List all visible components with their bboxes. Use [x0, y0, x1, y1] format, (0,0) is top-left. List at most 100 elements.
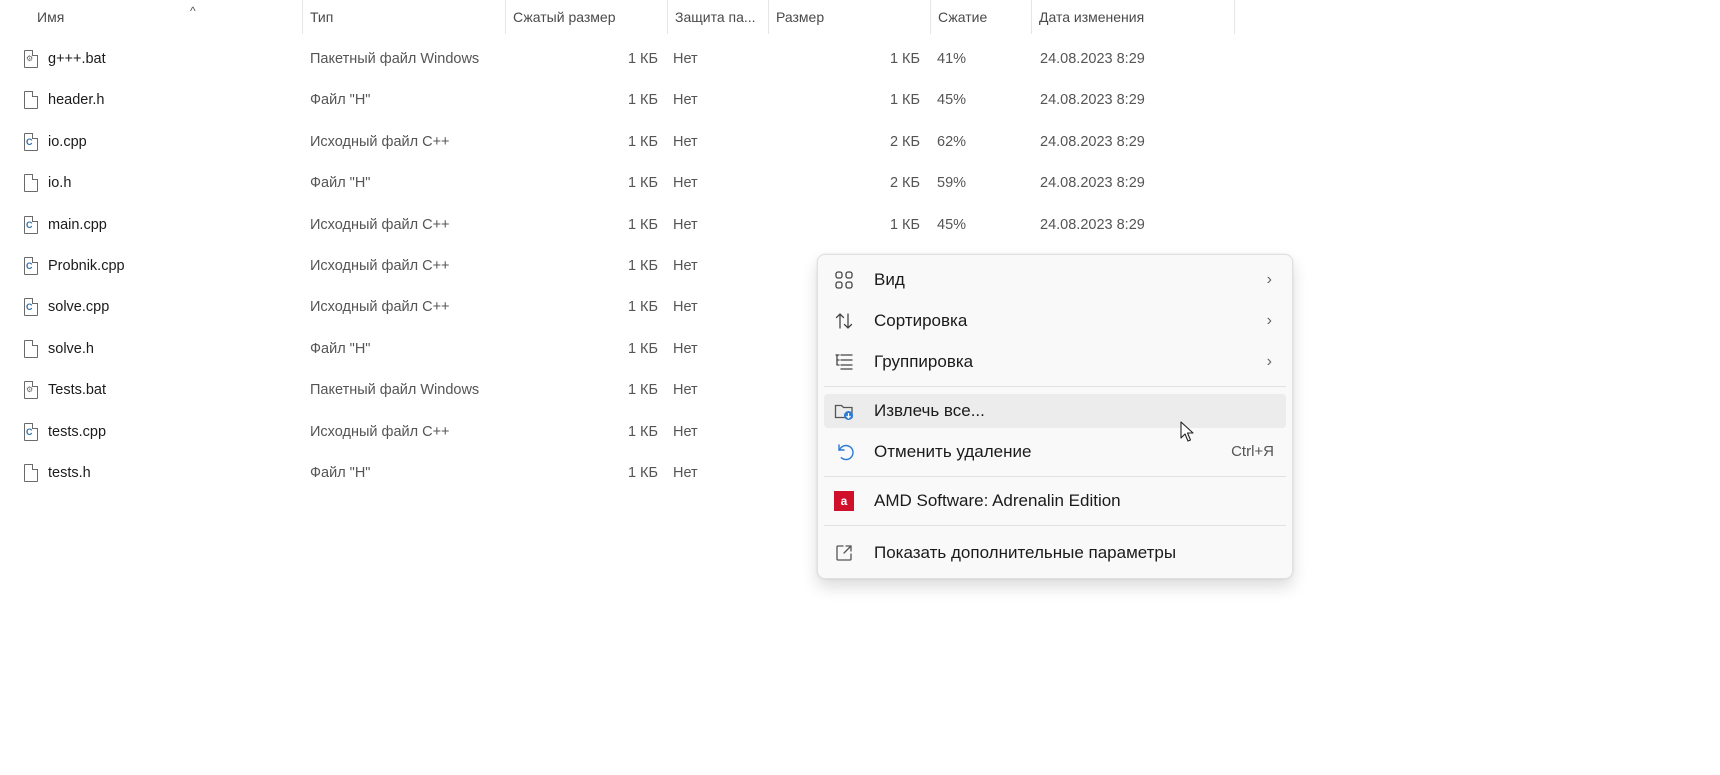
menu-separator: [824, 386, 1286, 387]
menu-item-extract-all[interactable]: Извлечь все...: [824, 394, 1286, 428]
file-packed-size: 1 КБ: [627, 133, 658, 150]
file-packed-size: 1 КБ: [627, 423, 658, 440]
file-name: solve.h: [48, 340, 94, 357]
cpp-file-icon: C: [24, 298, 38, 317]
file-packed-size: 1 КБ: [627, 382, 658, 399]
column-header-size[interactable]: Размер: [769, 0, 931, 34]
group-list-icon: [834, 352, 854, 372]
file-ratio: 59%: [937, 175, 967, 192]
sort-ascending-icon: ^: [190, 4, 196, 18]
generic-file-icon: [24, 463, 38, 482]
file-protection: Нет: [673, 92, 698, 109]
menu-item-undo-delete[interactable]: Отменить удаление Ctrl+Я: [824, 435, 1286, 469]
menu-group-label: Группировка: [874, 352, 974, 371]
column-date-label: Дата изменения: [1039, 9, 1145, 25]
file-name: Tests.bat: [48, 382, 107, 399]
file-protection: Нет: [673, 216, 698, 233]
file-name: Probnik.cpp: [48, 257, 125, 274]
file-packed-size: 1 КБ: [627, 216, 658, 233]
table-row[interactable]: Cio.cpp Исходный файл C++ 1 КБ Нет 2 КБ 62% 24…: [0, 122, 1720, 163]
column-type-label: Тип: [310, 9, 334, 25]
file-type: Файл "H": [310, 175, 371, 192]
file-size: 1 КБ: [889, 51, 920, 67]
column-header-name[interactable]: Имя ^: [30, 0, 303, 34]
file-ratio: 45%: [937, 92, 967, 109]
file-type: Исходный файл C++: [310, 133, 450, 150]
menu-item-amd-software[interactable]: a AMD Software: Adrenalin Edition: [824, 484, 1286, 518]
file-type: Пакетный файл Windows: [310, 51, 480, 67]
file-date: 24.08.2023 8:29: [1040, 216, 1145, 233]
file-protection: Нет: [673, 175, 698, 192]
file-name: main.cpp: [48, 216, 107, 233]
file-name: io.h: [48, 175, 72, 192]
batch-file-icon: ⚙: [24, 50, 38, 68]
file-protection: Нет: [673, 51, 698, 67]
table-row[interactable]: ⚙ g+++.bat Пакетный файл Windows 1 КБ Нет 1 К…: [0, 39, 1720, 80]
column-name-label: Имя: [37, 9, 65, 25]
file-type: Исходный файл C++: [310, 216, 450, 233]
file-packed-size: 1 КБ: [627, 299, 658, 316]
file-packed-size: 1 КБ: [627, 51, 658, 67]
column-size-label: Размер: [776, 9, 825, 25]
column-header-type[interactable]: Тип: [303, 0, 506, 34]
file-protection: Нет: [673, 299, 698, 316]
menu-item-group[interactable]: Группировка ›: [824, 345, 1286, 379]
column-ratio-label: Сжатие: [938, 9, 988, 25]
file-name: g+++.bat: [48, 51, 106, 67]
file-type: Исходный файл C++: [310, 423, 450, 440]
menu-item-show-more-options[interactable]: Показать дополнительные параметры: [824, 536, 1286, 570]
file-packed-size: 1 КБ: [627, 175, 658, 192]
generic-file-icon: [24, 91, 38, 110]
file-type: Пакетный файл Windows: [310, 382, 480, 399]
column-packed-label: Сжатый размер: [513, 9, 616, 25]
amd-logo-icon: a: [834, 491, 854, 511]
menu-extract-label: Извлечь все...: [874, 401, 985, 420]
menu-undo-shortcut: Ctrl+Я: [1231, 443, 1274, 460]
file-date: 24.08.2023 8:29: [1040, 51, 1145, 67]
file-packed-size: 1 КБ: [627, 92, 658, 109]
file-protection: Нет: [673, 257, 698, 274]
chevron-right-icon: ›: [1266, 312, 1272, 329]
extract-folder-icon: [834, 401, 854, 421]
column-header-ratio[interactable]: Сжатие: [931, 0, 1032, 34]
menu-item-view[interactable]: Вид ›: [824, 263, 1286, 297]
share-open-icon: [834, 543, 854, 563]
file-name: solve.cpp: [48, 299, 110, 316]
file-date: 24.08.2023 8:29: [1040, 133, 1145, 150]
file-list: Имя ^ Тип Сжатый размер Защита па... Раз…: [0, 0, 1720, 482]
file-protection: Нет: [673, 133, 698, 150]
cpp-file-icon: C: [24, 422, 38, 441]
generic-file-icon: [24, 339, 38, 358]
table-row[interactable]: header.h Файл "H" 1 КБ Нет 1 КБ 45% 24.08.2023…: [0, 80, 1720, 121]
file-packed-size: 1 КБ: [627, 464, 658, 481]
file-type: Файл "H": [310, 464, 371, 481]
context-menu: Вид › Сортировка › Группировка › Извлечь…: [817, 254, 1293, 579]
column-header-protection[interactable]: Защита па...: [668, 0, 769, 34]
menu-amd-label: AMD Software: Adrenalin Edition: [874, 491, 1121, 510]
undo-icon: [834, 442, 854, 462]
menu-more-label: Показать дополнительные параметры: [874, 543, 1177, 562]
grid-icon: [834, 270, 854, 290]
table-row[interactable]: Cmain.cpp Исходный файл C++ 1 КБ Нет 1 КБ 45%…: [0, 205, 1720, 246]
file-type: Файл "H": [310, 92, 371, 109]
file-name: tests.cpp: [48, 423, 107, 440]
table-row[interactable]: io.h Файл "H" 1 КБ Нет 2 КБ 59% 24.08.2023 8:2…: [0, 163, 1720, 204]
generic-file-icon: [24, 174, 38, 193]
sort-icon: [834, 311, 854, 331]
column-header-row: Имя ^ Тип Сжатый размер Защита па... Раз…: [0, 0, 1720, 34]
cpp-file-icon: C: [24, 256, 38, 275]
menu-item-sort[interactable]: Сортировка ›: [824, 304, 1286, 338]
file-name: io.cpp: [48, 133, 87, 150]
file-packed-size: 1 КБ: [627, 257, 658, 274]
file-ratio: 62%: [937, 133, 967, 150]
file-ratio: 41%: [937, 51, 967, 67]
file-protection: Нет: [673, 382, 698, 399]
file-type: Файл "H": [310, 340, 371, 357]
file-size: 1 КБ: [889, 216, 920, 233]
cpp-file-icon: C: [24, 132, 38, 151]
file-protection: Нет: [673, 423, 698, 440]
menu-separator: [824, 525, 1286, 526]
column-header-packed[interactable]: Сжатый размер: [506, 0, 668, 34]
file-protection: Нет: [673, 464, 698, 481]
column-header-date[interactable]: Дата изменения: [1032, 0, 1235, 34]
